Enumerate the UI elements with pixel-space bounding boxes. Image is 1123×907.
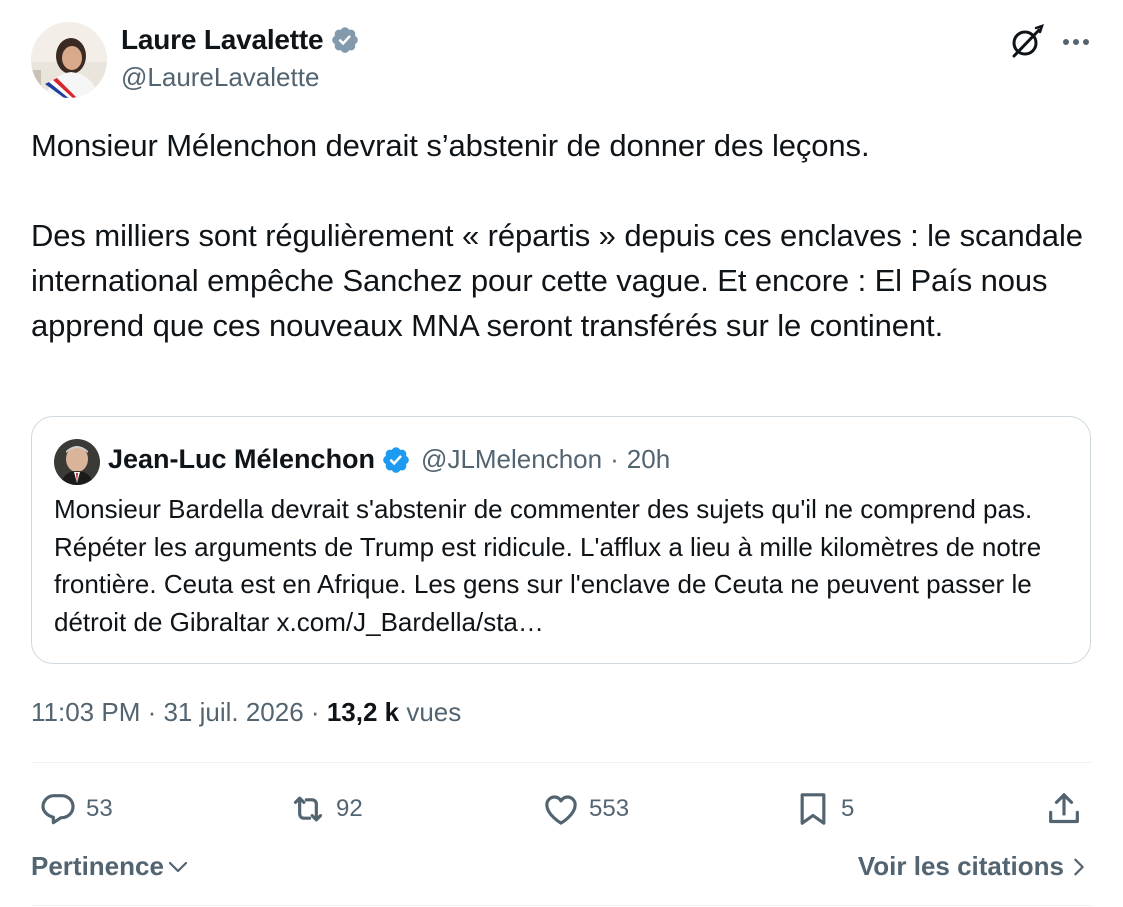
quoted-header: Jean-Luc Mélenchon @JLMelenchon · 20h [108,444,670,475]
author-handle[interactable]: @LaureLavalette [121,62,319,93]
tweet-paragraph: Des milliers sont régulièrement « répart… [31,218,1083,343]
tweet-paragraph: Monsieur Mélenchon devrait s’abstenir de… [31,128,870,163]
tweet-text: Monsieur Mélenchon devrait s’abstenir de… [31,123,1096,348]
views-label: vues [399,697,462,727]
separator-dot: · [303,697,327,727]
quoted-author-name[interactable]: Jean-Luc Mélenchon [108,444,375,475]
verified-badge-icon [332,27,359,53]
chevron-right-icon [1074,858,1084,875]
share-button[interactable] [1044,787,1084,831]
reply-button[interactable]: 53 [38,787,113,831]
like-count: 553 [589,795,630,822]
divider [31,762,1093,763]
like-button[interactable]: 553 [541,787,629,831]
share-icon [1049,793,1079,824]
tweet: Laure Lavalette @LaureLavalette Monsieur… [0,0,1123,907]
quoted-text: Monsieur Bardella devrait s'abstenir de … [54,494,1042,637]
views-count: 13,2 k [326,697,400,727]
author-name-row: Laure Lavalette [121,24,360,56]
bookmark-count: 5 [841,795,855,822]
sort-dropdown[interactable]: Pertinence [31,851,190,882]
author-avatar[interactable] [31,22,107,98]
reply-count: 53 [86,795,113,822]
reply-icon [41,794,75,825]
quoted-author-avatar[interactable] [54,439,100,485]
repost-count: 92 [336,795,363,822]
view-quotes-link[interactable]: Voir les citations [858,851,1090,882]
tweet-date[interactable]: 31 juil. 2026 [163,697,303,727]
quoted-time[interactable]: 20h [627,444,670,475]
divider [31,905,1093,906]
tweet-meta: 11:03 PM · 31 juil. 2026 · 13,2 k vues [31,697,461,728]
repost-icon [293,796,323,822]
more-icon[interactable] [1058,24,1094,60]
separator-dot: · [140,697,164,727]
grok-icon[interactable] [1006,22,1046,62]
verified-badge-icon [383,446,409,473]
like-icon [545,795,577,825]
author-name[interactable]: Laure Lavalette [121,24,324,56]
separator-dot: · [610,444,619,474]
repost-button[interactable]: 92 [288,787,363,831]
quoted-tweet[interactable]: Jean-Luc Mélenchon @JLMelenchon · 20h Mo… [31,416,1091,664]
tweet-time[interactable]: 11:03 PM [31,697,140,727]
chevron-down-icon [168,861,188,872]
view-quotes-label: Voir les citations [857,851,1064,881]
bookmark-button[interactable]: 5 [793,787,854,831]
bookmark-icon [800,793,826,825]
sort-label: Pertinence [31,851,164,881]
quoted-author-handle[interactable]: @JLMelenchon [421,444,602,475]
